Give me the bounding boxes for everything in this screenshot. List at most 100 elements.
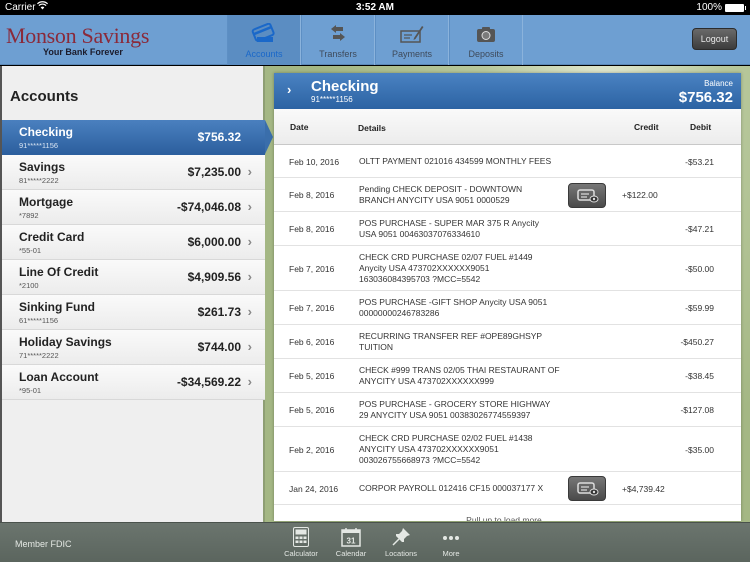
pushpin-icon [392, 528, 410, 546]
transaction-row[interactable]: Feb 2, 2016 CHECK CRD PURCHASE 02/02 FUEL… [274, 427, 741, 472]
bank-name: Monson Savings [6, 23, 150, 48]
transaction-row[interactable]: Feb 5, 2016 POS PURCHASE - GROCERY STORE … [274, 393, 741, 427]
transaction-row[interactable]: Feb 10, 2016 OLTT PAYMENT 021016 434599 M… [274, 145, 741, 178]
bank-logo: Monson Savings Your Bank Forever [6, 23, 150, 58]
tab-payments[interactable]: Payments [375, 15, 449, 65]
transaction-details: CORPOR PAYROLL 012416 CF15 000037177 X [359, 483, 569, 494]
transaction-details-line: POS PURCHASE -GIFT SHOP Anycity USA 9051 [359, 297, 548, 307]
balance-label: Balance [704, 79, 733, 88]
transaction-date: Feb 10, 2016 [289, 157, 340, 167]
calendar-label: Calendar [335, 549, 367, 558]
detail-account-number: 91*****1156 [311, 95, 353, 104]
logout-button[interactable]: Logout [692, 28, 737, 50]
column-details: Details [358, 123, 386, 133]
account-item-savings[interactable]: Savings 81*****2222 $7,235.00 › [2, 155, 265, 190]
app-header: Monson Savings Your Bank Forever Account… [0, 15, 750, 65]
transaction-row[interactable]: Feb 7, 2016 POS PURCHASE -GIFT SHOP Anyci… [274, 291, 741, 325]
account-detail-header: › Checking 91*****1156 Balance $756.32 [274, 73, 741, 109]
transaction-row[interactable]: Feb 8, 2016 Pending CHECK DEPOSIT - DOWNT… [274, 178, 741, 212]
transaction-credit: +$4,739.42 [622, 484, 665, 494]
transaction-details: Pending CHECK DEPOSIT - DOWNTOWN BRANCH A… [359, 184, 569, 206]
transaction-date: Feb 5, 2016 [289, 371, 335, 381]
locations-button[interactable]: Locations [376, 527, 426, 558]
tab-accounts[interactable]: Accounts [227, 15, 301, 65]
calendar-button[interactable]: 31 Calendar [326, 527, 376, 558]
transaction-details-line: TUITION [359, 342, 393, 352]
chevron-right-icon: › [247, 304, 252, 319]
account-item-loan-account[interactable]: Loan Account *95-01 -$34,569.22 › [2, 365, 265, 400]
transaction-row[interactable]: Feb 7, 2016 CHECK CRD PURCHASE 02/07 FUEL… [274, 246, 741, 291]
more-dots-icon [443, 536, 459, 540]
account-number: *95-01 [19, 386, 42, 395]
transaction-date: Feb 7, 2016 [289, 264, 335, 274]
transaction-row[interactable]: Jan 24, 2016 CORPOR PAYROLL 012416 CF15 0… [274, 472, 741, 505]
account-balance: $756.32 [197, 130, 241, 144]
calendar-day: 31 [347, 537, 356, 546]
detail-account-name: Checking [311, 78, 379, 95]
account-item-line-of-credit[interactable]: Line Of Credit *2100 $4,909.56 › [2, 260, 265, 295]
battery-icon [725, 4, 746, 12]
account-number: 91*****1156 [19, 141, 59, 150]
pull-to-load-more[interactable]: Pull up to load more... [274, 515, 741, 521]
more-label: More [442, 549, 460, 558]
footer-tools: Calculator 31 Calendar Locations More [276, 527, 476, 558]
account-item-holiday-savings[interactable]: Holiday Savings 71*****2222 $744.00 › [2, 330, 265, 365]
transaction-details: RECURRING TRANSFER REF #OPE89GHSYP TUITIO… [359, 331, 569, 353]
view-check-image-button[interactable] [568, 183, 606, 208]
transaction-details-line: BRANCH ANYCITY USA 9051 0000529 [359, 195, 510, 205]
column-debit: Debit [690, 122, 712, 132]
account-name: Sinking Fund [19, 300, 95, 314]
calculator-button[interactable]: Calculator [276, 527, 326, 558]
main-nav: Accounts Transfers Payments Deposits [227, 15, 523, 65]
account-name: Line Of Credit [19, 265, 99, 279]
chevron-right-icon: › [247, 234, 252, 249]
account-balance: $7,235.00 [187, 165, 241, 179]
transaction-details-line: 00000000246783286 [359, 308, 440, 318]
tab-deposits[interactable]: Deposits [449, 15, 523, 65]
transaction-row[interactable]: Feb 6, 2016 RECURRING TRANSFER REF #OPE89… [274, 325, 741, 359]
account-item-mortgage[interactable]: Mortgage *7892 -$74,046.08 › [2, 190, 265, 225]
transaction-details-line: CHECK CRD PURCHASE 02/07 FUEL #1449 [359, 252, 533, 262]
accounts-panel: Accounts Checking 91*****1156 $756.32 Sa… [0, 66, 273, 522]
expand-chevron-icon[interactable]: › [287, 82, 291, 97]
column-date: Date [290, 122, 309, 132]
accounts-title: Accounts [10, 88, 79, 105]
clock: 3:52 AM [356, 2, 394, 13]
account-item-checking[interactable]: Checking 91*****1156 $756.32 [2, 120, 273, 155]
transfer-arrows-icon [331, 25, 345, 41]
account-number: 61*****1156 [19, 316, 59, 325]
transaction-date: Feb 6, 2016 [289, 337, 335, 347]
balance-value: $756.32 [678, 89, 733, 106]
chevron-right-icon: › [247, 199, 252, 214]
transaction-row[interactable]: Feb 8, 2016 POS PURCHASE - SUPER MAR 375 … [274, 212, 741, 246]
transaction-debit: -$50.00 [685, 264, 714, 274]
transaction-details-line: CHECK #999 TRANS 02/05 THAI RESTAURANT O… [359, 365, 560, 375]
account-item-credit-card[interactable]: Credit Card *55-01 $6,000.00 › [2, 225, 265, 260]
check-pen-icon [400, 26, 424, 43]
account-balance: -$74,046.08 [176, 200, 241, 214]
calculator-label: Calculator [284, 549, 318, 558]
transaction-debit: -$59.99 [685, 303, 714, 313]
transaction-debit: -$127.08 [680, 405, 714, 415]
column-credit: Credit [634, 122, 659, 132]
more-button[interactable]: More [426, 527, 476, 558]
transaction-date: Jan 24, 2016 [289, 484, 339, 494]
transaction-debit: -$53.21 [685, 157, 714, 167]
chevron-right-icon: › [247, 269, 252, 284]
transaction-row[interactable]: Feb 5, 2016 CHECK #999 TRANS 02/05 THAI R… [274, 359, 741, 393]
calendar-icon: 31 [341, 528, 361, 547]
account-balance: $6,000.00 [187, 235, 241, 249]
chevron-right-icon: › [247, 374, 252, 389]
transaction-details: POS PURCHASE -GIFT SHOP Anycity USA 9051… [359, 297, 569, 319]
transaction-date: Feb 7, 2016 [289, 303, 335, 313]
battery-percent: 100% [696, 2, 722, 13]
view-check-image-button[interactable] [568, 476, 606, 501]
tab-transfers[interactable]: Transfers [301, 15, 375, 65]
transaction-details-line: 29 ANYCITY USA 9051 00383026774559397 [359, 410, 531, 420]
transaction-details-line: ANYCITY USA 473702XXXXXX999 [359, 376, 494, 386]
bank-tagline: Your Bank Forever [43, 47, 123, 57]
transaction-credit: +$122.00 [622, 190, 658, 200]
calculator-icon [293, 527, 309, 547]
account-item-sinking-fund[interactable]: Sinking Fund 61*****1156 $261.73 › [2, 295, 265, 330]
transaction-details: CHECK #999 TRANS 02/05 THAI RESTAURANT O… [359, 365, 569, 387]
